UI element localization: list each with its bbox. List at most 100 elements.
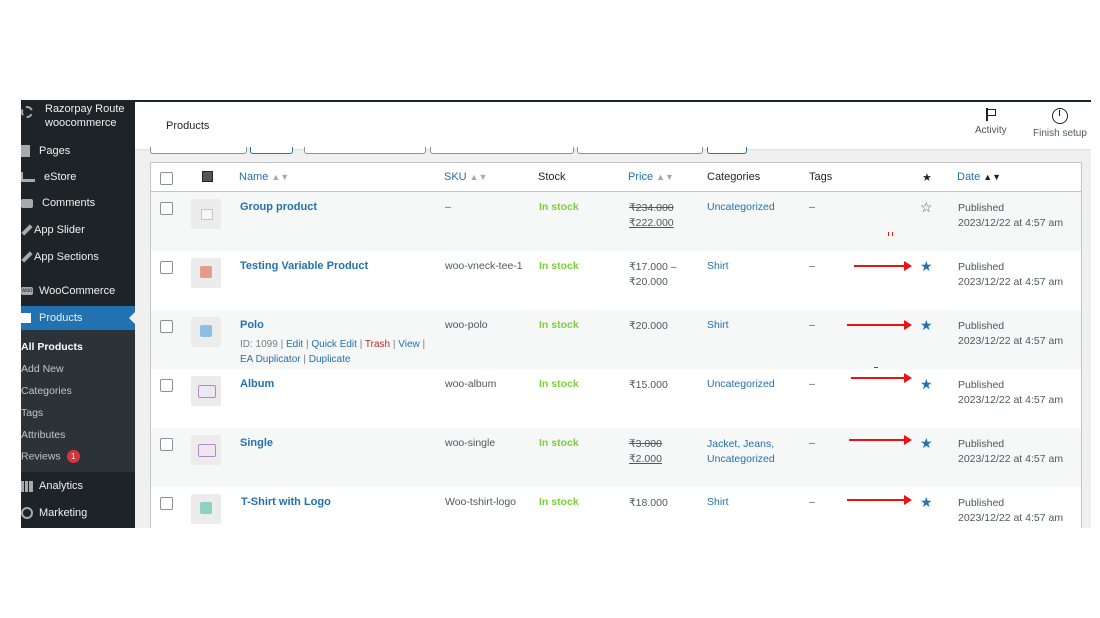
product-name-link[interactable]: Single <box>240 437 273 449</box>
sidebar-item-pages[interactable]: Pages <box>21 139 135 163</box>
product-name-link[interactable]: Group product <box>240 201 317 213</box>
product-name-link[interactable]: T-Shirt with Logo <box>241 496 331 508</box>
trash-link[interactable]: Trash <box>365 339 390 350</box>
sidebar-item-estore[interactable]: eStore <box>21 165 135 189</box>
table-row: Polo ID: 1099 | Edit | Quick Edit | Tras… <box>151 310 1081 369</box>
row-checkbox[interactable] <box>160 438 173 451</box>
sidebar-item-comments[interactable]: Comments <box>21 191 135 215</box>
duplicate-link[interactable]: Duplicate <box>309 354 351 365</box>
price-column-header[interactable]: Price ▲▼ <box>628 171 674 183</box>
top-border <box>21 100 1091 102</box>
sort-icon: ▲▼ <box>656 172 674 182</box>
sidebar-item-analytics[interactable]: Analytics <box>21 474 135 498</box>
date-text: 2023/12/22 at 4:57 am <box>958 276 1064 288</box>
annotation-mark <box>888 232 889 236</box>
date-cell: Published 2023/12/22 at 4:57 am <box>958 437 1063 467</box>
edit-link[interactable]: Edit <box>286 339 303 350</box>
featured-star-icon[interactable]: ★ <box>920 494 933 511</box>
row-checkbox[interactable] <box>160 497 173 510</box>
submenu-attributes[interactable]: Attributes <box>21 429 65 441</box>
status-text: Published <box>958 320 1005 332</box>
featured-star-icon[interactable]: ★ <box>920 376 933 393</box>
status-text: Published <box>958 497 1005 509</box>
sku-cell: – <box>445 201 451 213</box>
product-thumbnail[interactable] <box>191 376 221 406</box>
activity-button[interactable]: Activity <box>975 108 1007 136</box>
stock-status-filter-select[interactable] <box>577 147 703 154</box>
submenu-reviews[interactable]: Reviews 1 <box>21 450 80 463</box>
sidebar-item-label: eStore <box>44 171 77 183</box>
sort-icon: ▲▼ <box>271 172 290 182</box>
featured-star-outline-icon[interactable]: ☆ <box>920 199 933 216</box>
submenu-add-new[interactable]: Add New <box>21 363 64 375</box>
category-link[interactable]: Shirt <box>707 260 729 272</box>
product-name-link[interactable]: Polo <box>240 319 440 331</box>
sidebar-item-label: Comments <box>42 197 96 209</box>
product-thumbnail[interactable] <box>191 494 221 524</box>
submenu-categories[interactable]: Categories <box>21 385 72 397</box>
page-title: Products <box>166 120 210 132</box>
sidebar-item-woocommerce[interactable]: woo WooCommerce <box>21 279 135 303</box>
apply-button[interactable] <box>250 147 293 154</box>
annotation-arrow <box>849 435 912 445</box>
regular-price: ₹234.000 <box>629 202 674 214</box>
sidebar-item-site[interactable]: Razorpay Route woocommerce <box>21 102 135 132</box>
table-row: Testing Variable Product woo-vneck-tee-1… <box>151 251 1081 310</box>
annotation-arrow <box>847 495 912 505</box>
date-column-header[interactable]: Date ▲▼ <box>957 171 1001 183</box>
product-thumbnail[interactable] <box>191 258 221 288</box>
sidebar-item-label: Products <box>39 312 83 324</box>
table-row: Album woo-album In stock ₹15.000 Uncateg… <box>151 367 1081 428</box>
pages-icon <box>21 145 30 157</box>
sidebar-item-label: App Sections <box>34 251 99 263</box>
row-checkbox[interactable] <box>160 261 173 274</box>
category-link[interactable]: Uncategorized <box>707 201 775 213</box>
submenu-all-products[interactable]: All Products <box>21 341 83 353</box>
sku-cell: woo-single <box>445 437 496 449</box>
sidebar-item-label: Pages <box>39 145 71 157</box>
view-link[interactable]: View <box>398 339 420 350</box>
sidebar-item-app-slider[interactable]: App Slider <box>21 218 135 242</box>
name-column-header[interactable]: Name ▲▼ <box>239 171 289 183</box>
featured-star-icon[interactable]: ★ <box>920 317 933 334</box>
site-name: Razorpay Route woocommerce <box>45 103 125 129</box>
sidebar-item-app-sections[interactable]: App Sections <box>21 245 135 269</box>
date-cell: Published 2023/12/22 at 4:57 am <box>958 260 1063 290</box>
sidebar-item-marketing[interactable]: Marketing <box>21 501 135 525</box>
category-filter-select[interactable] <box>304 147 426 154</box>
quick-edit-link[interactable]: Quick Edit <box>311 339 357 350</box>
row-checkbox[interactable] <box>160 320 173 333</box>
featured-star-icon[interactable]: ★ <box>920 435 933 452</box>
sku-column-header[interactable]: SKU ▲▼ <box>444 171 487 183</box>
product-thumbnail[interactable] <box>191 435 221 465</box>
category-links[interactable]: Jacket, Jeans, Uncategorized <box>707 437 775 467</box>
filter-button[interactable] <box>707 147 747 154</box>
product-thumbnail[interactable] <box>191 317 221 347</box>
date-text: 2023/12/22 at 4:57 am <box>958 335 1064 347</box>
category-link[interactable]: Jacket, Jeans, <box>707 437 775 452</box>
product-thumbnail[interactable] <box>191 199 221 229</box>
album-image-icon <box>198 385 216 398</box>
row-checkbox[interactable] <box>160 202 173 215</box>
category-link[interactable]: Shirt <box>707 496 729 508</box>
tags-column-header: Tags <box>809 171 833 183</box>
ea-duplicator-link[interactable]: EA Duplicator <box>240 354 301 365</box>
featured-column-header[interactable]: ★ <box>922 171 932 184</box>
submenu-tags[interactable]: Tags <box>21 407 43 419</box>
categories-column-header: Categories <box>707 171 761 183</box>
finish-setup-button[interactable]: Finish setup <box>1033 108 1087 139</box>
row-checkbox[interactable] <box>160 379 173 392</box>
image-column-icon <box>202 171 213 185</box>
category-link[interactable]: Uncategorized <box>707 378 775 390</box>
sidebar-item-products[interactable]: Products <box>21 306 135 330</box>
select-all-checkbox[interactable] <box>160 172 173 185</box>
date-text: 2023/12/22 at 4:57 am <box>958 512 1064 524</box>
product-name-link[interactable]: Album <box>240 378 274 390</box>
product-name-link[interactable]: Testing Variable Product <box>240 260 368 272</box>
tags-cell: – <box>809 260 815 272</box>
product-type-filter-select[interactable] <box>430 147 574 154</box>
bulk-actions-select[interactable] <box>150 147 247 154</box>
category-link[interactable]: Uncategorized <box>707 452 775 467</box>
category-link[interactable]: Shirt <box>707 319 729 331</box>
featured-star-icon[interactable]: ★ <box>920 258 933 275</box>
